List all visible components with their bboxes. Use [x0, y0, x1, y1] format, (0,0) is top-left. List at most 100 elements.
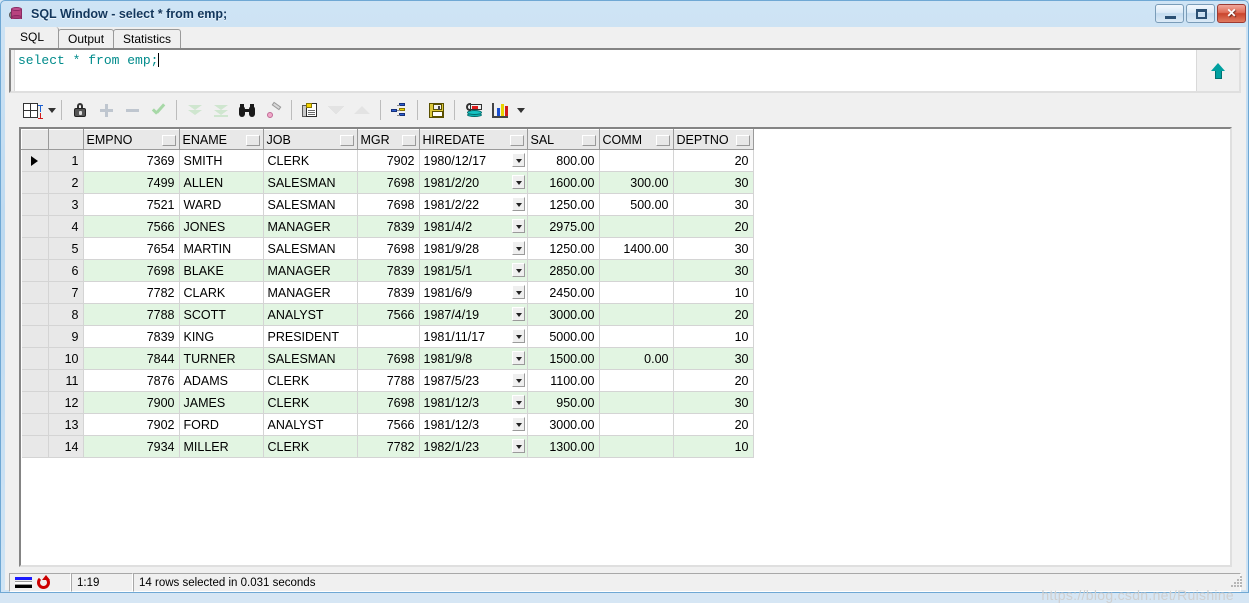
row-selector[interactable]	[21, 303, 49, 326]
cell-hiredate[interactable]: 1981/2/20	[419, 171, 528, 194]
cell-sal[interactable]: 1250.00	[527, 237, 600, 260]
fetch-next-page-button[interactable]	[182, 97, 208, 123]
resize-grip[interactable]	[1231, 576, 1243, 588]
cell-comm[interactable]	[599, 215, 674, 238]
cell-comm[interactable]: 0.00	[599, 347, 674, 370]
grid-view-button[interactable]	[13, 97, 47, 123]
table-row[interactable]: 4 7566 JONES MANAGER 7839 1981/4/2 2975.00 20	[21, 215, 754, 238]
cell-mgr[interactable]: 7902	[357, 149, 420, 172]
cell-mgr[interactable]: 7566	[357, 413, 420, 436]
cell-mgr[interactable]: 7698	[357, 347, 420, 370]
cell-deptno[interactable]: 30	[673, 237, 754, 260]
cell-job[interactable]: CLERK	[263, 435, 358, 458]
grid-corner[interactable]	[21, 129, 49, 150]
date-dropdown-icon[interactable]	[511, 197, 525, 211]
sort-ascending-button[interactable]	[349, 97, 375, 123]
cell-sal[interactable]: 2450.00	[527, 281, 600, 304]
sql-input[interactable]: select * from emp;	[15, 50, 1196, 91]
column-header-hiredate[interactable]: HIREDATE	[418, 129, 528, 150]
cell-sal[interactable]: 1300.00	[527, 435, 600, 458]
cell-job[interactable]: SALESMAN	[263, 171, 358, 194]
column-resize-handle[interactable]	[161, 135, 176, 146]
table-row[interactable]: 11 7876 ADAMS CLERK 7788 1987/5/23 1100.00 20	[21, 369, 754, 392]
cell-job[interactable]: MANAGER	[263, 259, 358, 282]
cell-sal[interactable]: 950.00	[527, 391, 600, 414]
column-header-empno[interactable]: EMPNO	[82, 129, 180, 150]
cell-ename[interactable]: KING	[179, 325, 264, 348]
clear-button[interactable]	[260, 97, 286, 123]
cell-sal[interactable]: 2850.00	[527, 259, 600, 282]
copy-to-clipboard-button[interactable]	[297, 97, 323, 123]
cell-empno[interactable]: 7934	[83, 435, 180, 458]
cell-sal[interactable]: 1600.00	[527, 171, 600, 194]
tab-statistics[interactable]: Statistics	[113, 29, 182, 48]
cell-sal[interactable]: 1100.00	[527, 369, 600, 392]
cell-hiredate[interactable]: 1981/11/17	[419, 325, 528, 348]
row-selector[interactable]	[21, 193, 49, 216]
cell-job[interactable]: ANALYST	[263, 413, 358, 436]
date-dropdown-icon[interactable]	[511, 395, 525, 409]
cell-mgr[interactable]: 7566	[357, 303, 420, 326]
cell-deptno[interactable]: 10	[673, 281, 754, 304]
cell-hiredate[interactable]: 1981/4/2	[419, 215, 528, 238]
cell-comm[interactable]	[599, 325, 674, 348]
row-selector[interactable]	[21, 149, 49, 172]
date-dropdown-icon[interactable]	[511, 241, 525, 255]
column-header-job[interactable]: JOB	[262, 129, 358, 150]
column-resize-handle[interactable]	[509, 135, 524, 146]
cell-empno[interactable]: 7566	[83, 215, 180, 238]
cell-ename[interactable]: SCOTT	[179, 303, 264, 326]
cell-empno[interactable]: 7844	[83, 347, 180, 370]
cell-job[interactable]: PRESIDENT	[263, 325, 358, 348]
close-button[interactable]: ✕	[1217, 4, 1246, 23]
cell-job[interactable]: CLERK	[263, 149, 358, 172]
cell-ename[interactable]: SMITH	[179, 149, 264, 172]
minimize-button[interactable]	[1155, 4, 1184, 23]
table-row[interactable]: 7 7782 CLARK MANAGER 7839 1981/6/9 2450.00 10	[21, 281, 754, 304]
column-header-ename[interactable]: ENAME	[178, 129, 264, 150]
cell-ename[interactable]: WARD	[179, 193, 264, 216]
row-selector[interactable]	[21, 325, 49, 348]
cell-deptno[interactable]: 20	[673, 413, 754, 436]
column-header-deptno[interactable]: DEPTNO	[672, 129, 754, 150]
table-row[interactable]: 10 7844 TURNER SALESMAN 7698 1981/9/8 1500.00 0…	[21, 347, 754, 370]
cell-sal[interactable]: 1500.00	[527, 347, 600, 370]
cell-ename[interactable]: JAMES	[179, 391, 264, 414]
cell-deptno[interactable]: 20	[673, 149, 754, 172]
cell-job[interactable]: SALESMAN	[263, 193, 358, 216]
cell-empno[interactable]: 7900	[83, 391, 180, 414]
cell-hiredate[interactable]: 1982/1/23	[419, 435, 528, 458]
table-row[interactable]: 8 7788 SCOTT ANALYST 7566 1987/4/19 3000.00 20	[21, 303, 754, 326]
row-selector[interactable]	[21, 369, 49, 392]
sql-editor[interactable]: select * from emp;	[9, 48, 1241, 93]
cell-deptno[interactable]: 20	[673, 303, 754, 326]
cell-comm[interactable]: 500.00	[599, 193, 674, 216]
cell-sal[interactable]: 2975.00	[527, 215, 600, 238]
column-header-comm[interactable]: COMM	[598, 129, 674, 150]
date-dropdown-icon[interactable]	[511, 439, 525, 453]
cell-comm[interactable]	[599, 149, 674, 172]
save-button[interactable]	[423, 97, 449, 123]
cell-job[interactable]: MANAGER	[263, 281, 358, 304]
cell-hiredate[interactable]: 1981/9/28	[419, 237, 528, 260]
cell-sal[interactable]: 1250.00	[527, 193, 600, 216]
cell-ename[interactable]: JONES	[179, 215, 264, 238]
cell-hiredate[interactable]: 1981/12/3	[419, 413, 528, 436]
date-dropdown-icon[interactable]	[511, 263, 525, 277]
column-header-mgr[interactable]: MGR	[356, 129, 420, 150]
row-selector[interactable]	[21, 391, 49, 414]
column-resize-handle[interactable]	[401, 135, 416, 146]
cell-mgr[interactable]: 7698	[357, 193, 420, 216]
cell-deptno[interactable]: 20	[673, 369, 754, 392]
cell-ename[interactable]: CLARK	[179, 281, 264, 304]
cell-deptno[interactable]: 30	[673, 193, 754, 216]
cell-mgr[interactable]: 7839	[357, 281, 420, 304]
row-selector[interactable]	[21, 347, 49, 370]
cell-mgr[interactable]: 7839	[357, 215, 420, 238]
cell-deptno[interactable]: 10	[673, 435, 754, 458]
cell-hiredate[interactable]: 1981/9/8	[419, 347, 528, 370]
tab-output[interactable]: Output	[58, 29, 115, 48]
cell-ename[interactable]: ALLEN	[179, 171, 264, 194]
cell-ename[interactable]: TURNER	[179, 347, 264, 370]
date-dropdown-icon[interactable]	[511, 329, 525, 343]
